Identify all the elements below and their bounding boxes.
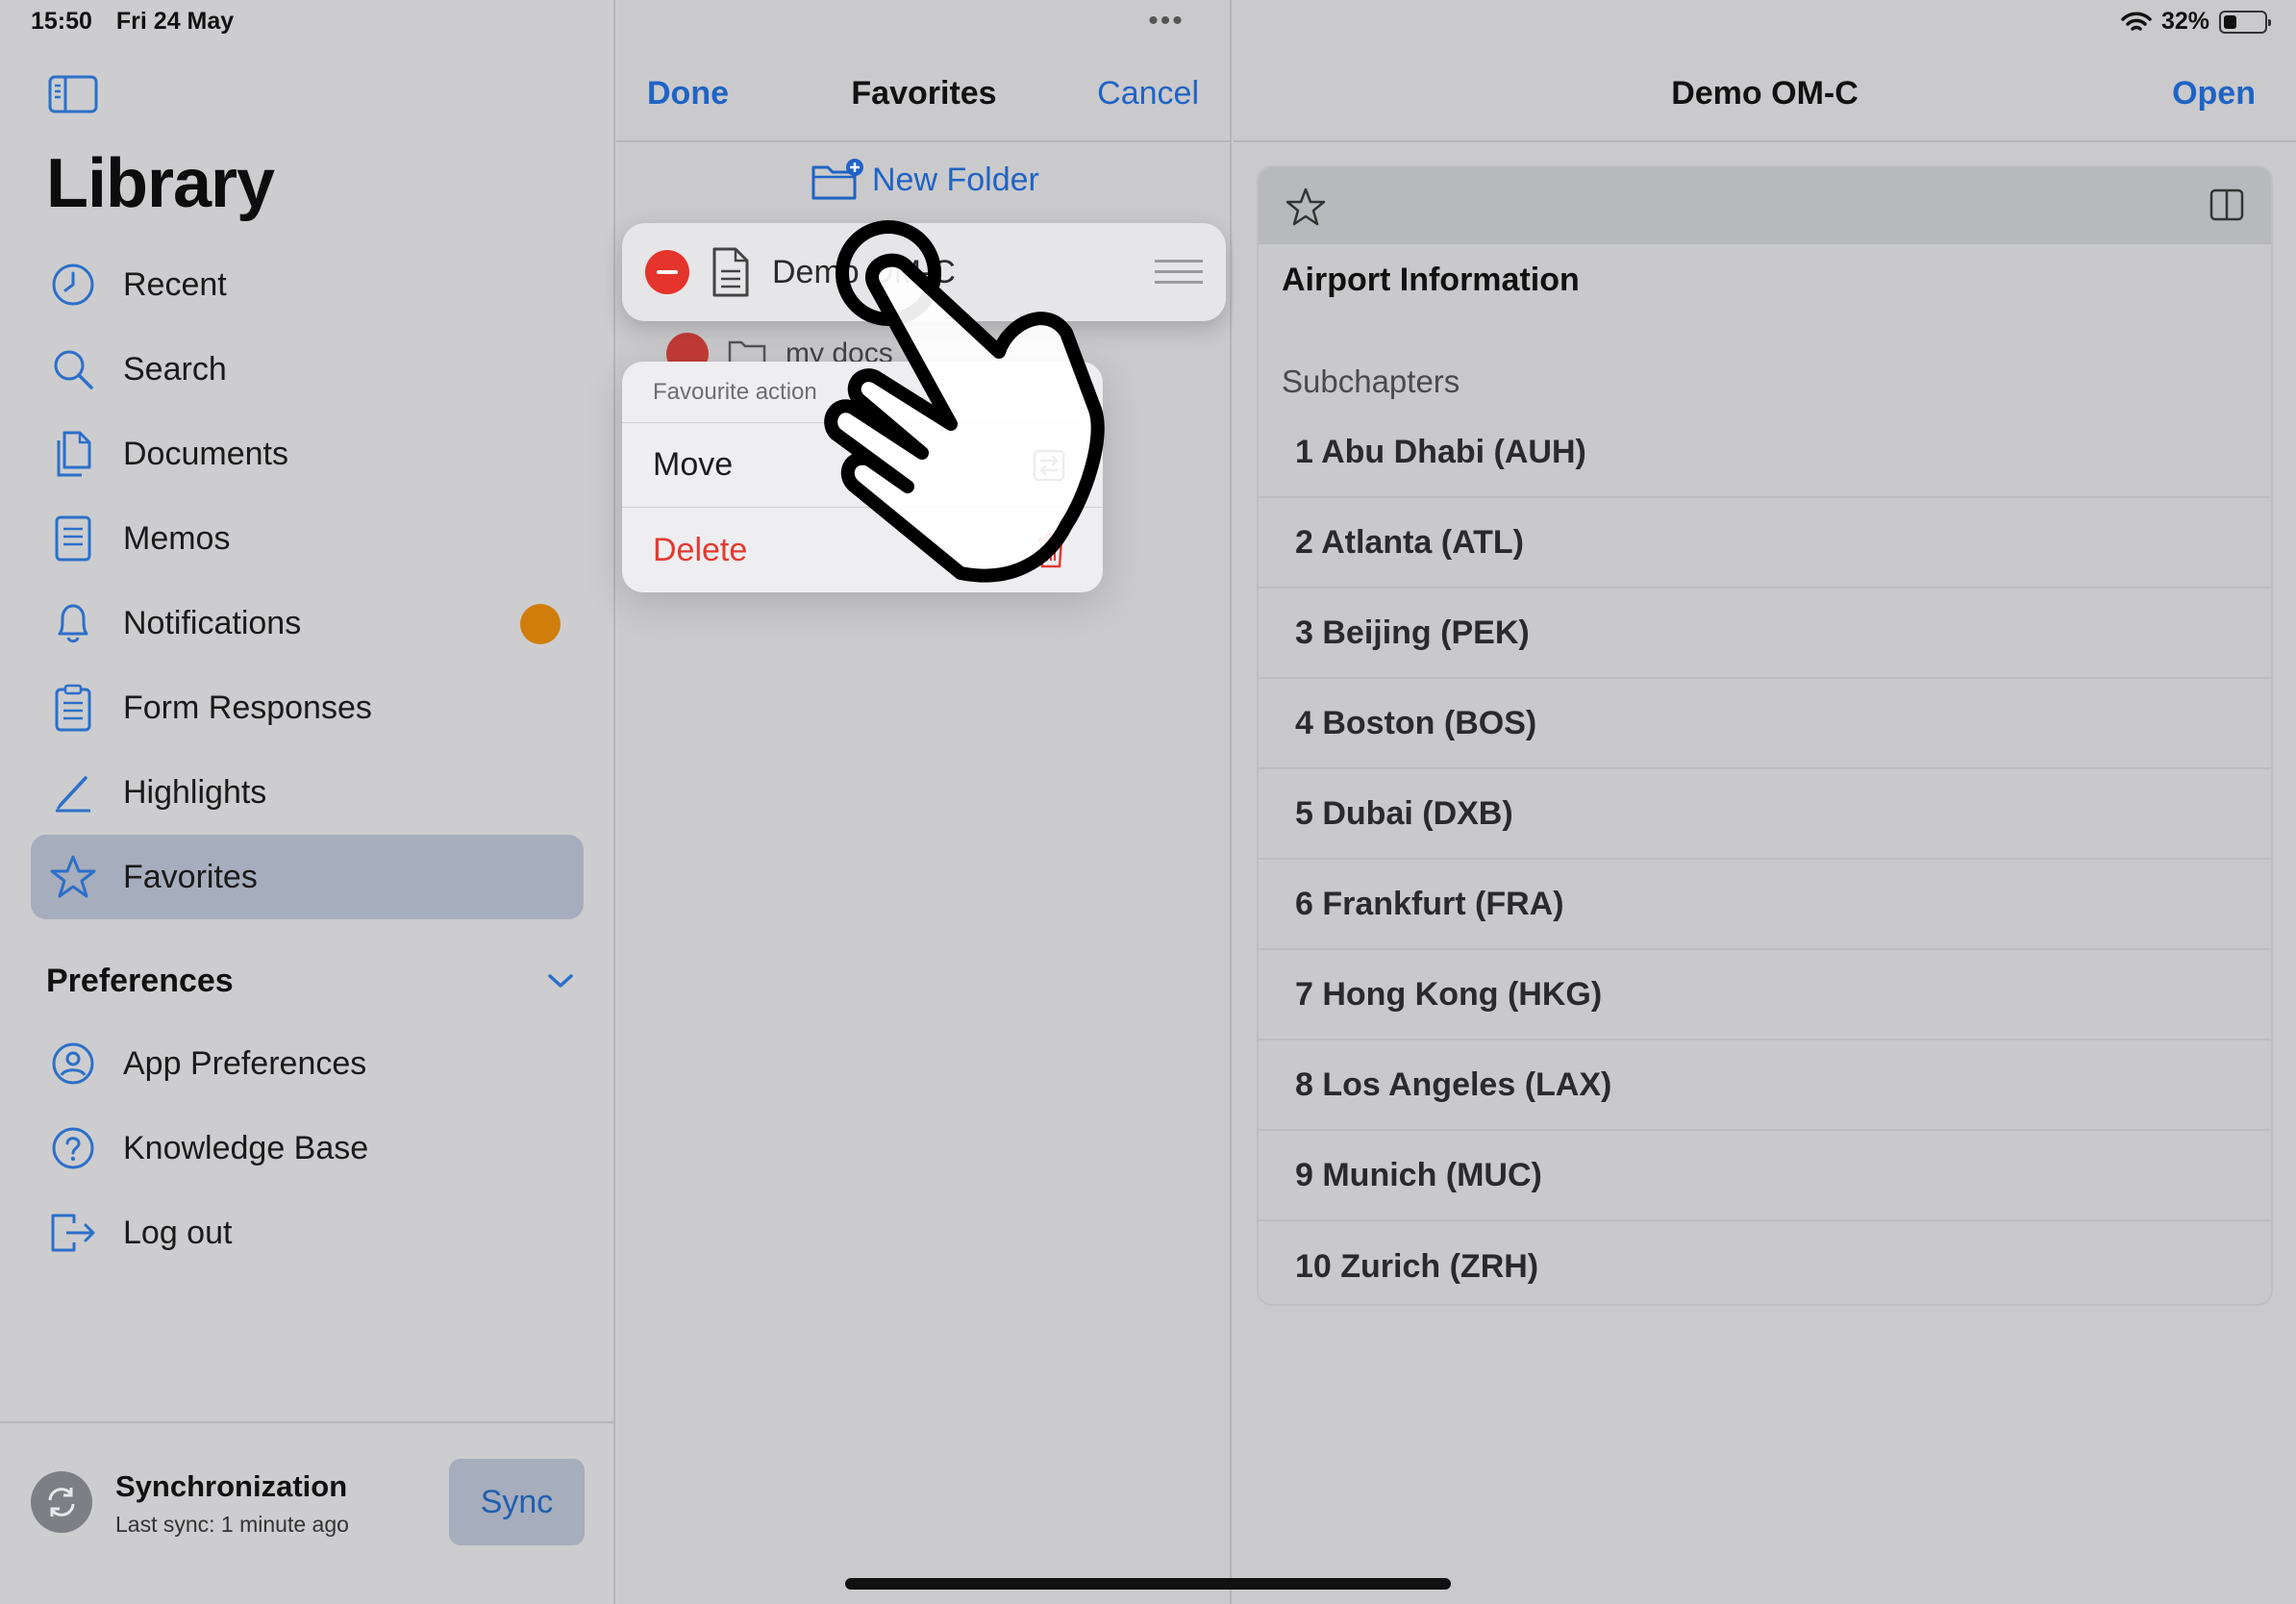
logout-icon bbox=[46, 1206, 100, 1260]
list-item-label: Demo OM-C bbox=[772, 253, 956, 290]
star-icon bbox=[46, 850, 100, 904]
trash-icon bbox=[1037, 533, 1064, 568]
new-folder-button[interactable]: New Folder bbox=[811, 158, 1039, 202]
move-menu-item[interactable]: Move bbox=[622, 423, 1103, 508]
sidebar: Library Recent Search Documents Memos No… bbox=[0, 0, 615, 1604]
sidebar-item-label: Knowledge Base bbox=[123, 1129, 369, 1166]
magnifier-icon bbox=[46, 342, 100, 396]
status-time: 15:50 bbox=[31, 8, 92, 35]
sidebar-item-knowledge-base[interactable]: Knowledge Base bbox=[31, 1106, 584, 1190]
library-title: Library bbox=[46, 145, 275, 222]
card-toolbar bbox=[1259, 167, 2271, 244]
status-date: Fri 24 May bbox=[115, 8, 235, 35]
multitasking-dots-icon[interactable]: ••• bbox=[1128, 7, 1205, 36]
move-label: Move bbox=[653, 446, 734, 483]
sidebar-item-label: Highlights bbox=[123, 773, 267, 811]
chapter-row[interactable]: 7 Hong Kong (HKG) bbox=[1259, 950, 2271, 1040]
sidebar-item-label: Log out bbox=[123, 1214, 233, 1251]
sidebar-item-documents[interactable]: Documents bbox=[31, 412, 584, 496]
sidebar-item-notifications[interactable]: Notifications bbox=[31, 581, 584, 665]
dragged-list-item[interactable]: Demo OM-C bbox=[622, 223, 1226, 321]
status-bar-right: 32% bbox=[2121, 8, 2271, 36]
battery-icon bbox=[2219, 10, 2271, 34]
sidebar-item-memos[interactable]: Memos bbox=[31, 496, 584, 581]
document-title: Demo OM-C bbox=[1671, 75, 1859, 112]
last-sync-text: Last sync: 1 minute ago bbox=[115, 1512, 349, 1537]
divider bbox=[616, 140, 1232, 142]
chapter-card: Airport Information Subchapters 1 Abu Dh… bbox=[1257, 165, 2273, 1306]
sidebar-item-label: App Preferences bbox=[123, 1044, 367, 1082]
new-folder-label: New Folder bbox=[872, 161, 1039, 198]
document-detail-panel: Demo OM-C Open Airport Information Subch… bbox=[1234, 0, 2296, 1604]
chapter-list: 1 Abu Dhabi (AUH) 2 Atlanta (ATL) 3 Beij… bbox=[1259, 408, 2271, 1304]
split-view-icon[interactable] bbox=[2209, 188, 2244, 221]
question-circle-icon bbox=[46, 1121, 100, 1175]
sync-section: Synchronization Last sync: 1 minute ago … bbox=[0, 1421, 615, 1604]
favourite-action-menu: Favourite action Move Delete bbox=[622, 362, 1103, 592]
sync-icon bbox=[31, 1471, 92, 1533]
favorites-panel: ••• Done Favorites Cancel New Folder my … bbox=[616, 0, 1232, 1604]
notification-badge bbox=[520, 604, 561, 644]
clock-icon bbox=[46, 258, 100, 312]
delete-menu-item[interactable]: Delete bbox=[622, 508, 1103, 592]
status-bar-left: 15:50 Fri 24 May bbox=[31, 8, 251, 36]
subchapters-label: Subchapters bbox=[1282, 363, 1460, 399]
menu-title: Favourite action bbox=[622, 362, 1103, 423]
chapter-row[interactable]: 2 Atlanta (ATL) bbox=[1259, 498, 2271, 589]
star-outline-icon[interactable] bbox=[1285, 187, 1326, 227]
sidebar-item-favorites[interactable]: Favorites bbox=[31, 835, 584, 919]
chapter-row[interactable]: 5 Dubai (DXB) bbox=[1259, 769, 2271, 860]
chapter-row[interactable]: 3 Beijing (PEK) bbox=[1259, 589, 2271, 679]
sync-button[interactable]: Sync bbox=[449, 1459, 585, 1545]
chapter-row[interactable]: 1 Abu Dhabi (AUH) bbox=[1259, 408, 2271, 498]
home-indicator[interactable] bbox=[845, 1578, 1451, 1590]
wifi-icon bbox=[2121, 12, 2152, 31]
sidebar-item-label: Form Responses bbox=[123, 689, 372, 726]
chapter-row[interactable]: 10 Zurich (ZRH) bbox=[1259, 1221, 2271, 1304]
preferences-section-header[interactable]: Preferences bbox=[46, 960, 575, 1002]
sidebar-item-label: Documents bbox=[123, 435, 288, 472]
sidebar-item-label: Notifications bbox=[123, 604, 302, 641]
document-icon bbox=[712, 247, 749, 297]
delete-label: Delete bbox=[653, 531, 748, 568]
chapter-row[interactable]: 4 Boston (BOS) bbox=[1259, 679, 2271, 769]
divider bbox=[1234, 140, 2296, 142]
sidebar-item-recent[interactable]: Recent bbox=[31, 242, 584, 327]
sidebar-item-label: Memos bbox=[123, 519, 231, 557]
sidebar-item-highlights[interactable]: Highlights bbox=[31, 750, 584, 835]
chevron-down-icon bbox=[548, 974, 573, 988]
chapter-row[interactable]: 8 Los Angeles (LAX) bbox=[1259, 1040, 2271, 1131]
sidebar-item-label: Favorites bbox=[123, 858, 258, 895]
preferences-label: Preferences bbox=[46, 962, 234, 999]
sidebar-item-label: Search bbox=[123, 350, 227, 388]
reorder-handle-icon[interactable] bbox=[1155, 260, 1203, 291]
person-circle-icon bbox=[46, 1037, 100, 1090]
battery-percentage: 32% bbox=[2160, 8, 2209, 35]
bell-icon bbox=[46, 596, 100, 650]
sidebar-toggle-icon[interactable] bbox=[48, 75, 98, 113]
delete-minus-icon[interactable] bbox=[645, 250, 689, 294]
documents-icon bbox=[46, 427, 100, 481]
clipboard-icon bbox=[46, 681, 100, 735]
sidebar-item-search[interactable]: Search bbox=[31, 327, 584, 412]
sidebar-item-form-responses[interactable]: Form Responses bbox=[31, 665, 584, 750]
open-button[interactable]: Open bbox=[2172, 75, 2256, 113]
sync-title: Synchronization bbox=[115, 1469, 348, 1503]
chapter-row[interactable]: 6 Frankfurt (FRA) bbox=[1259, 860, 2271, 950]
sidebar-item-app-preferences[interactable]: App Preferences bbox=[31, 1021, 584, 1106]
pen-icon bbox=[46, 765, 100, 819]
sidebar-item-log-out[interactable]: Log out bbox=[31, 1190, 584, 1275]
chapter-row[interactable]: 9 Munich (MUC) bbox=[1259, 1131, 2271, 1221]
cancel-button[interactable]: Cancel bbox=[1097, 75, 1199, 113]
memo-icon bbox=[46, 512, 100, 565]
sidebar-item-label: Recent bbox=[123, 265, 227, 303]
section-title: Airport Information bbox=[1282, 262, 1580, 298]
folder-plus-icon bbox=[811, 159, 863, 200]
move-icon bbox=[1033, 449, 1065, 481]
